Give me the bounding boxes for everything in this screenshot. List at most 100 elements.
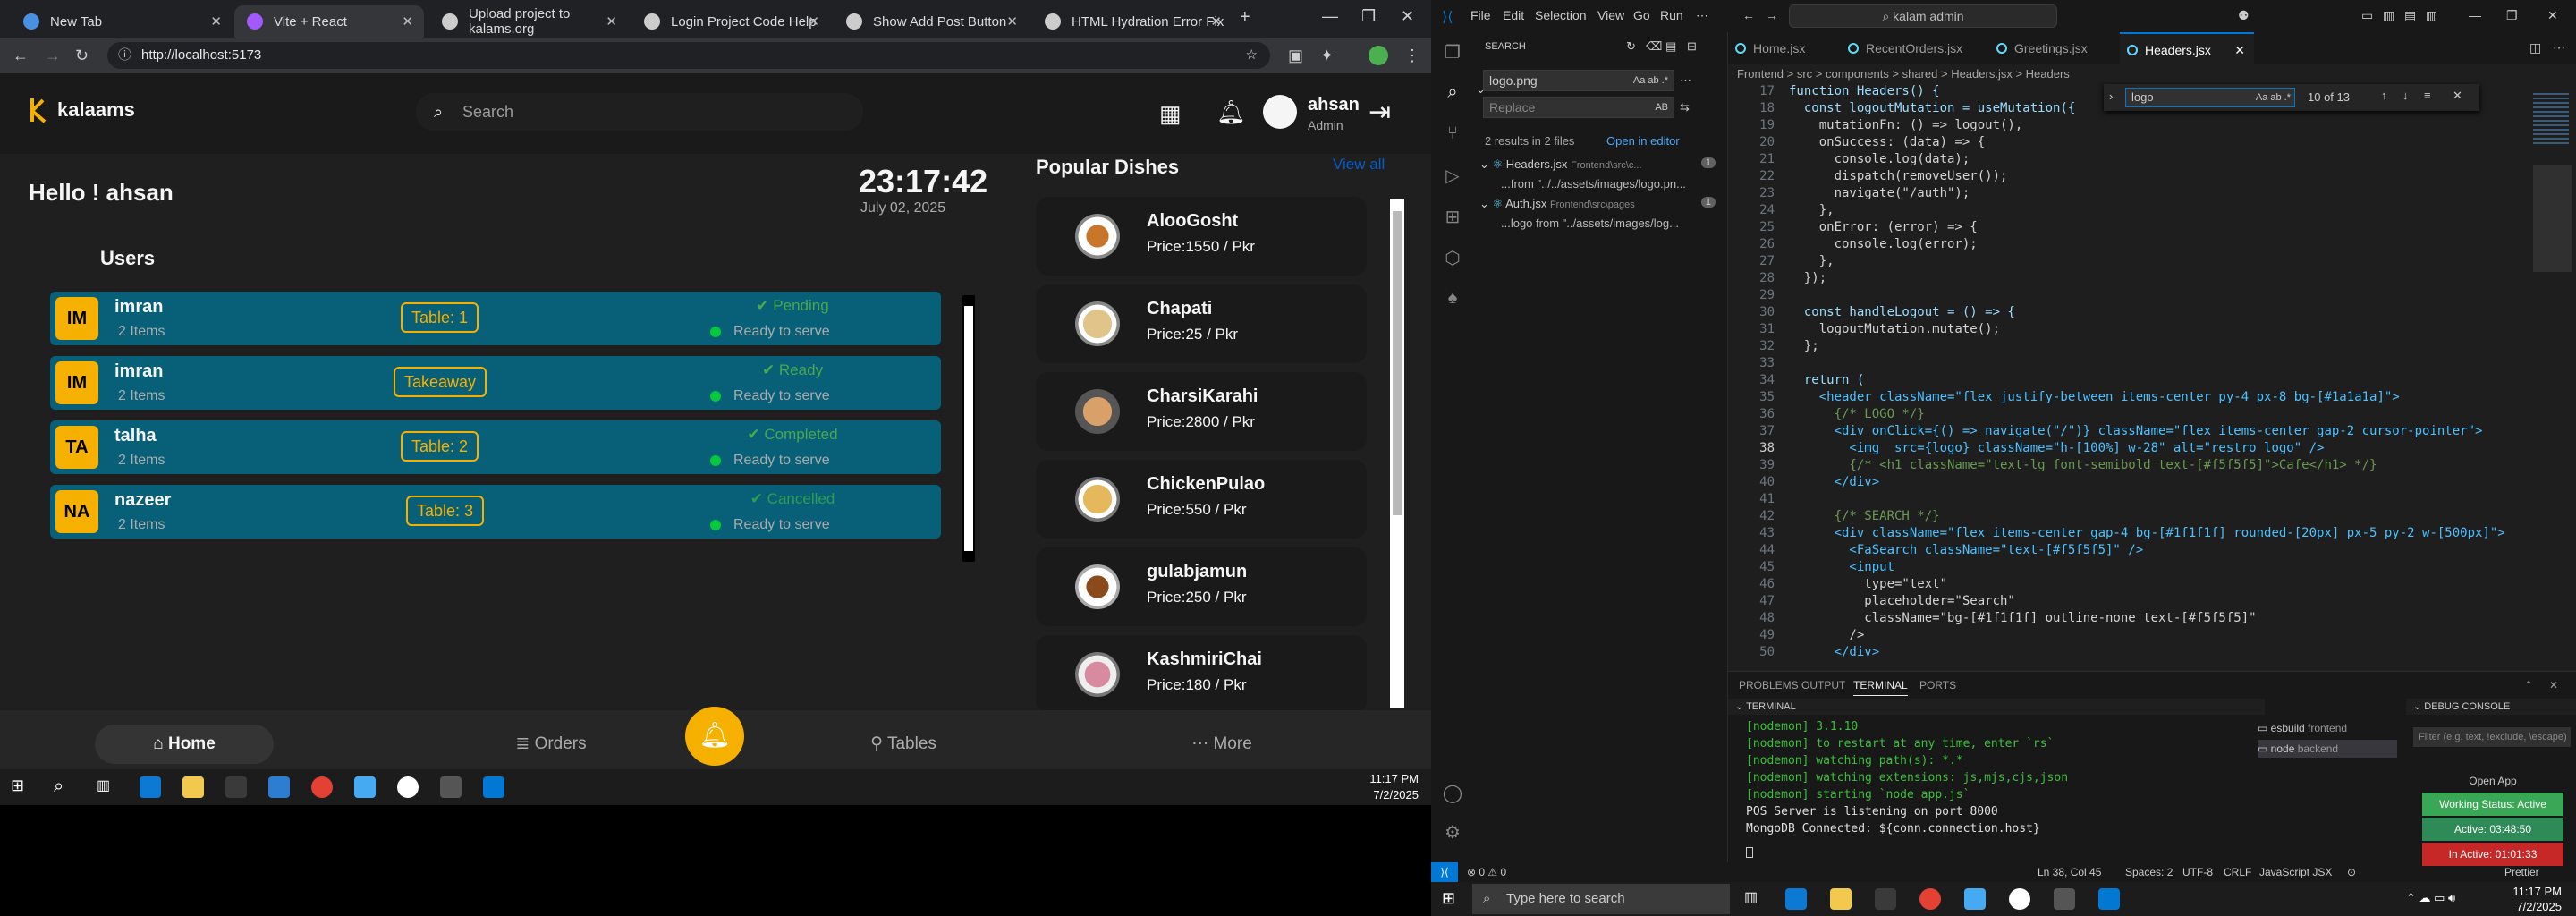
task-view-icon[interactable]: ▥ [1744,888,1766,910]
menu-go[interactable]: Go [1633,8,1650,22]
scrollbar-thumb[interactable] [1393,211,1402,515]
live-share-icon[interactable]: ⊙ [2347,862,2356,882]
dashboard-grid-icon[interactable]: ▦ [1159,100,1182,128]
maximize-icon[interactable]: ❐ [1361,7,1376,26]
edge-icon[interactable] [140,776,161,798]
close-icon[interactable]: ✕ [2549,679,2558,691]
maximize-icon[interactable]: ❐ [2506,8,2518,23]
menu-edit[interactable]: Edit [1503,8,1524,22]
windows-start-icon[interactable]: ⊞ [1442,889,1455,908]
problems-status[interactable]: ⊗ 0 ⚠ 0 [1467,862,1506,882]
tray-overflow-icon[interactable]: ⌃ ☁ ▭ 🔊︎ [2406,891,2455,905]
minimap[interactable] [2529,84,2576,666]
store-icon[interactable] [1875,888,1896,910]
github-icon[interactable] [397,776,419,798]
minimize-icon[interactable]: — [2469,8,2481,22]
vscode-icon[interactable] [2098,888,2120,910]
right-tray-clock[interactable]: 11:17 PM 7/2/2025 [2499,884,2562,914]
user-order-row[interactable]: IM imran 2 Items Table: 1 ✔ Pending Read… [50,292,941,345]
nav-more[interactable]: ⋯ More [1132,725,1311,764]
forward-icon[interactable]: → [1766,8,1778,22]
close-icon[interactable]: ✕ [2453,89,2462,103]
chrome-icon[interactable] [311,776,333,798]
users-scrollbar[interactable] [962,295,975,562]
clear-results-icon[interactable]: ⌫ [1646,39,1662,54]
arrow-down-icon[interactable]: ↓ [2402,89,2409,102]
panel-tab-terminal[interactable]: TERMINAL [1853,679,1908,696]
indentation-status[interactable]: Spaces: 2 [2125,862,2173,882]
browser-tab[interactable]: Show Add Post Button ✕ [834,5,1029,38]
app-logo[interactable]: kalaams [29,95,135,125]
github-icon[interactable] [2009,888,2030,910]
browser-tab[interactable]: Upload project to kalams.org ✕ [429,5,628,38]
extensions-icon[interactable]: ⊞ [1442,206,1463,227]
search-query-input[interactable]: logo.png Aa ab .* [1483,70,1674,91]
user-order-row[interactable]: NA nazeer 2 Items Table: 3 ✔ Cancelled R… [50,485,941,539]
taskbar-search[interactable]: ⌕ Type here to search [1472,884,1730,914]
editor-tab[interactable]: Home.jsx [1728,32,1841,64]
url-field[interactable]: ⓘ http://localhost:5173 ☆ [107,42,1270,69]
explorer-icon[interactable]: ❐ [1442,41,1463,63]
left-tray-clock[interactable]: 11:17 PM 7/2/2025 [1369,771,1419,803]
dish-card[interactable]: ChickenPulao Price:550 / Pkr [1036,460,1367,539]
site-info-icon[interactable]: ⓘ [118,42,131,69]
close-icon[interactable]: ✕ [210,13,222,30]
notification-bell-icon[interactable]: 🔔︎ [1216,98,1246,126]
panel-tab-problems[interactable]: PROBLEMS [1739,679,1799,691]
bookmark-star-icon[interactable]: ☆ [1246,42,1258,69]
logout-icon[interactable]: ⇥ [1368,97,1391,128]
chrome-icon[interactable] [1919,888,1941,910]
replace-all-icon[interactable]: ⇆ [1680,100,1690,114]
search-options-icon[interactable]: Aa ab .* [1633,71,1668,90]
panel-tab-output[interactable]: OUTPUT [1801,679,1845,691]
browser-tab-active[interactable]: Vite + React ✕ [234,5,424,38]
filters-icon[interactable]: ⋯ [1680,73,1691,88]
editor-tab[interactable]: RecentOrders.jsx [1841,32,1989,64]
layout-icon[interactable]: ▭ [2361,8,2373,23]
refresh-icon[interactable]: ↻ [1626,39,1636,54]
dish-card[interactable]: Chapati Price:25 / Pkr [1036,284,1367,363]
more-actions-icon[interactable]: ⋯ [2553,40,2565,55]
find-in-selection-icon[interactable]: ≡ [2424,89,2431,102]
mail-icon[interactable] [268,776,290,798]
view-all-link[interactable]: View all [1333,156,1385,174]
eol-status[interactable]: CRLF [2224,862,2251,882]
minimize-icon[interactable]: — [1322,7,1338,26]
dish-card[interactable]: KashmiriChai Price:180 / Pkr [1036,635,1367,714]
toggle-sidebar-icon[interactable]: ▥ [2383,8,2394,23]
dishes-scrollbar[interactable] [1390,199,1404,708]
browser-tab[interactable]: HTML Hydration Error Fix ✕ [1032,5,1233,38]
close-icon[interactable]: ✕ [2234,34,2245,66]
window-close-icon[interactable]: ✕ [1401,7,1414,26]
file-explorer-icon[interactable] [182,776,204,798]
back-icon[interactable]: ← [13,47,29,65]
profile-avatar-icon[interactable] [1368,46,1388,65]
task-view-icon[interactable]: ▥ [97,776,118,798]
scrollbar-thumb[interactable] [964,306,973,551]
debug-filter-input[interactable]: Filter (e.g. text, !exclude, \escape) [2413,727,2571,747]
remote-indicator-icon[interactable]: ⟩⟨ [1431,862,1458,882]
search-result-file[interactable]: ⌄ ⚛ Auth.jsx Frontend\src\pages 1 [1479,197,1721,211]
forward-icon[interactable]: → [45,47,61,65]
more-menu-icon[interactable]: ⋯ [1696,8,1708,23]
find-input[interactable]: logo Aa ab .* [2125,88,2295,107]
manage-gear-icon[interactable]: ⚙ [1442,821,1463,843]
collapse-all-icon[interactable]: ⊟ [1687,39,1697,54]
panel-tab-ports[interactable]: PORTS [1919,679,1956,691]
code-editor[interactable]: 17 function Headers() {18 const logoutMut… [1728,84,2533,666]
search-icon[interactable]: ⌕ [1442,82,1463,104]
vscode-icon[interactable] [483,776,504,798]
close-icon[interactable]: ✕ [402,13,413,30]
search-icon[interactable]: ⌕ [54,776,75,798]
browser-tab[interactable]: Login Project Code Help ✕ [631,5,830,38]
menu-run[interactable]: Run [1660,8,1683,22]
window-close-icon[interactable]: ✕ [2547,8,2558,23]
dish-card[interactable]: gulabjamun Price:250 / Pkr [1036,547,1367,626]
user-order-row[interactable]: TA talha 2 Items Table: 2 ✔ Completed Re… [50,420,941,474]
search-input[interactable]: ⌕ Search [416,93,863,131]
dish-card[interactable]: AlooGosht Price:1550 / Pkr [1036,197,1367,276]
chevron-right-icon[interactable]: › [2109,89,2113,103]
editor-tab[interactable]: Greetings.jsx [1989,32,2120,64]
dish-card[interactable]: CharsiKarahi Price:2800 / Pkr [1036,372,1367,451]
source-control-icon[interactable]: ⑂ [1442,123,1463,145]
